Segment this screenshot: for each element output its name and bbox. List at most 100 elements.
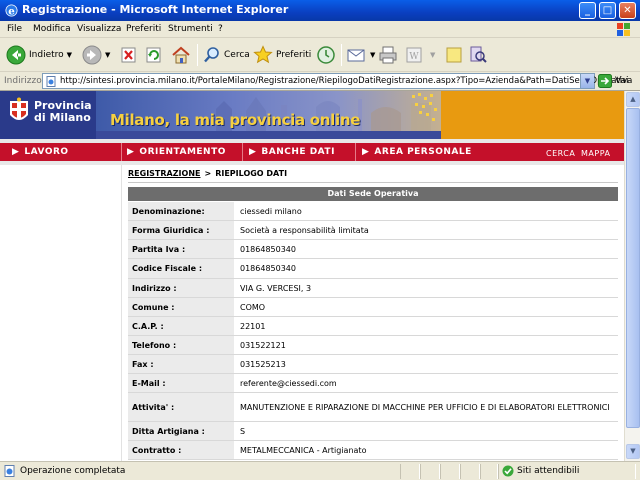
field-label: Indirizzo : bbox=[128, 279, 234, 297]
printer-icon bbox=[379, 46, 397, 64]
go-button[interactable]: Vai bbox=[598, 74, 628, 88]
scrollbar-thumb[interactable] bbox=[626, 108, 640, 428]
menu-strumenti[interactable]: Strumenti bbox=[168, 24, 213, 34]
table-row: Attivita' : MANUTENZIONE E RIPARAZIONE D… bbox=[128, 393, 618, 422]
back-button[interactable]: Indietro ▼ bbox=[6, 43, 72, 67]
toolbar-separator bbox=[197, 44, 198, 66]
table-row: Denominazione: ciessedi milano bbox=[128, 202, 618, 221]
banner-stripe bbox=[96, 131, 441, 139]
home-icon bbox=[172, 46, 190, 64]
breadcrumb-separator: > bbox=[204, 169, 212, 178]
field-value: METALMECCANICA - Artigianato bbox=[240, 445, 367, 455]
discuss-button[interactable] bbox=[445, 43, 463, 67]
field-label: Attivita' : bbox=[128, 393, 234, 421]
refresh-button[interactable] bbox=[146, 43, 162, 67]
windows-logo-icon bbox=[617, 23, 630, 36]
nav-mappa-link[interactable]: MAPPA bbox=[581, 149, 610, 158]
forward-button[interactable]: ▼ bbox=[82, 43, 110, 67]
table-row: Partita Iva : 01864850340 bbox=[128, 240, 618, 259]
site-banner: Provincia di Milano Milano, la mia provi… bbox=[0, 91, 624, 139]
nav-cerca-link[interactable]: CERCA bbox=[546, 149, 575, 158]
back-dropdown-icon[interactable]: ▼ bbox=[67, 51, 72, 59]
field-value: 01864850340 bbox=[240, 264, 296, 273]
status-text: Operazione completata bbox=[20, 466, 126, 476]
maximize-button[interactable]: □ bbox=[599, 2, 616, 19]
note-icon bbox=[446, 47, 462, 63]
page-icon bbox=[46, 76, 56, 87]
research-button[interactable] bbox=[468, 43, 488, 67]
field-label: E-Mail : bbox=[128, 374, 234, 392]
field-label: Codice Fiscale : bbox=[128, 259, 234, 278]
table-row: Contratto : METALMECCANICA - Artigianato bbox=[128, 441, 618, 460]
menu-bar: File Modifica Visualizza Preferiti Strum… bbox=[0, 21, 640, 38]
province-name: Provincia di Milano bbox=[34, 100, 92, 124]
field-value: 031525213 bbox=[240, 359, 286, 369]
minimize-button[interactable]: _ bbox=[579, 2, 596, 19]
field-value: S bbox=[240, 426, 246, 436]
table-row: Comune : COMO bbox=[128, 298, 618, 317]
decorative-pattern-icon bbox=[412, 93, 437, 121]
back-arrow-icon bbox=[6, 45, 26, 65]
field-value: 031522121 bbox=[240, 340, 286, 350]
window-title: Registrazione - Microsoft Internet Explo… bbox=[22, 3, 289, 16]
trusted-sites-check-icon bbox=[502, 465, 514, 477]
nav-banche-dati[interactable]: ▶ BANCHE DATI bbox=[249, 143, 335, 161]
mail-dropdown-icon[interactable]: ▼ bbox=[370, 51, 375, 59]
back-label: Indietro bbox=[29, 50, 64, 60]
home-button[interactable] bbox=[171, 43, 191, 67]
nav-area-personale[interactable]: ▶ AREA PERSONALE bbox=[362, 143, 472, 161]
go-arrow-icon bbox=[598, 74, 612, 88]
left-sidebar bbox=[0, 165, 122, 461]
vertical-scrollbar[interactable]: ▲ ▼ bbox=[624, 91, 640, 461]
nav-orientamento[interactable]: ▶ ORIENTAMENTO bbox=[127, 143, 226, 161]
banner-slogan: Milano, la mia provincia online bbox=[110, 111, 361, 129]
research-icon bbox=[470, 46, 487, 63]
mail-button[interactable]: ▼ bbox=[347, 43, 375, 67]
address-dropdown-icon[interactable]: ▼ bbox=[580, 74, 594, 88]
edit-dropdown-icon[interactable]: ▼ bbox=[430, 51, 435, 59]
address-bar: Indirizzo http://sintesi.provincia.milan… bbox=[0, 72, 640, 91]
status-bar: Operazione completata Siti attendibili bbox=[0, 461, 640, 480]
refresh-icon bbox=[146, 47, 161, 63]
breadcrumb-registrazione-link[interactable]: REGISTRAZIONE bbox=[128, 169, 200, 178]
breadcrumb-current: RIEPILOGO DATI bbox=[215, 169, 288, 178]
province-logo[interactable]: Provincia di Milano bbox=[0, 91, 96, 139]
menu-preferiti[interactable]: Preferiti bbox=[126, 24, 161, 34]
search-button[interactable]: Cerca bbox=[203, 43, 250, 67]
nav-arrow-icon: ▶ bbox=[12, 147, 20, 157]
field-value: ciessedi milano bbox=[240, 206, 302, 216]
nav-area-personale-label: AREA PERSONALE bbox=[374, 147, 472, 157]
menu-file[interactable]: File bbox=[7, 24, 22, 34]
svg-text:W: W bbox=[409, 52, 419, 62]
forward-dropdown-icon[interactable]: ▼ bbox=[105, 51, 110, 59]
nav-separator bbox=[121, 143, 122, 161]
go-label: Vai bbox=[615, 76, 629, 86]
scroll-up-icon[interactable]: ▲ bbox=[626, 92, 640, 107]
table-row: C.A.P. : 22101 bbox=[128, 317, 618, 336]
field-label: Telefono : bbox=[128, 336, 234, 354]
address-url: http://sintesi.provincia.milano.it/Porta… bbox=[60, 76, 633, 86]
nav-lavoro[interactable]: ▶ LAVORO bbox=[12, 143, 69, 161]
favorites-label: Preferiti bbox=[276, 50, 312, 60]
security-zone-text: Siti attendibili bbox=[517, 466, 580, 476]
close-button[interactable]: ✕ bbox=[619, 2, 636, 19]
field-label: C.A.P. : bbox=[128, 317, 234, 335]
menu-modifica[interactable]: Modifica bbox=[33, 24, 71, 34]
address-input[interactable]: http://sintesi.provincia.milano.it/Porta… bbox=[42, 73, 632, 89]
scroll-down-icon[interactable]: ▼ bbox=[626, 444, 640, 459]
print-button[interactable] bbox=[378, 43, 398, 67]
nav-lavoro-label: LAVORO bbox=[24, 147, 69, 157]
menu-visualizza[interactable]: Visualizza bbox=[77, 24, 121, 34]
table-row: Forma Giuridica : Società a responsabili… bbox=[128, 221, 618, 240]
history-button[interactable] bbox=[316, 43, 336, 67]
edit-button[interactable]: W ▼ bbox=[405, 43, 435, 67]
menu-help[interactable]: ? bbox=[218, 24, 223, 34]
field-label: Contratto : bbox=[128, 441, 234, 459]
nav-arrow-icon: ▶ bbox=[249, 147, 257, 157]
favorites-button[interactable]: Preferiti bbox=[253, 43, 311, 67]
stop-button[interactable] bbox=[121, 43, 137, 67]
mail-icon bbox=[347, 49, 365, 62]
province-name-line2: di Milano bbox=[34, 111, 91, 124]
data-table: Denominazione: ciessedi milano Forma Giu… bbox=[128, 202, 618, 460]
internet-explorer-icon: e bbox=[5, 4, 18, 17]
